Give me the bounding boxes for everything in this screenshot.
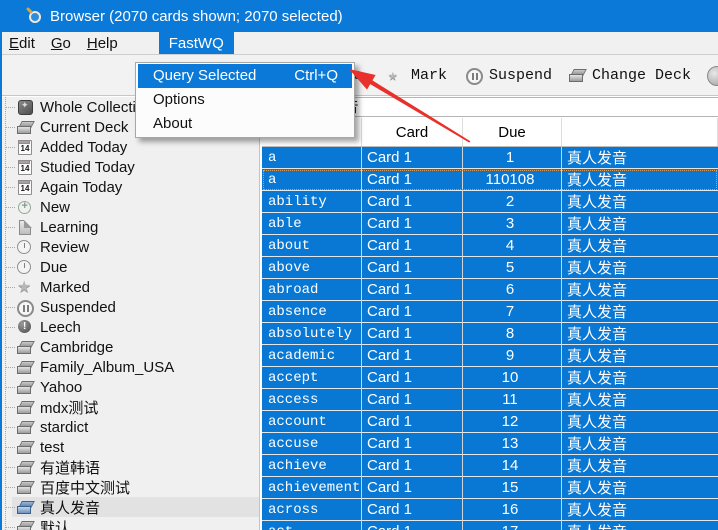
- table-row[interactable]: absence Card 1 7 真人发音: [262, 301, 718, 323]
- deck-icon: [17, 480, 33, 495]
- table-row[interactable]: achievement Card 1 15 真人发音: [262, 477, 718, 499]
- leech-icon: [17, 320, 33, 335]
- menu-bar: Edit Go Help FastWQ: [0, 32, 718, 55]
- title-bar: Browser (2070 cards shown; 2070 selected…: [0, 0, 718, 32]
- table-row[interactable]: across Card 1 16 真人发音: [262, 499, 718, 521]
- cal-icon: 14: [17, 160, 33, 175]
- partial-toolbar-icon[interactable]: [707, 66, 718, 86]
- column-header-due[interactable]: Due: [463, 118, 562, 146]
- deck-icon: [569, 68, 585, 83]
- magnifier-icon: [26, 8, 42, 24]
- menubar-item[interactable]: FastWQ: [159, 32, 234, 54]
- sidebar-item[interactable]: Suspended: [12, 297, 259, 317]
- sidebar-item[interactable]: 14 Studied Today: [12, 157, 259, 177]
- change-deck-button[interactable]: Change Deck: [569, 55, 691, 95]
- menubar-item[interactable]: Edit: [2, 32, 42, 54]
- menu-item[interactable]: About: [138, 112, 352, 136]
- table-row[interactable]: absolutely Card 1 8 真人发音: [262, 323, 718, 345]
- table-row[interactable]: accuse Card 1 13 真人发音: [262, 433, 718, 455]
- menubar-item[interactable]: Go: [44, 32, 78, 54]
- deck-icon: [17, 440, 33, 455]
- sidebar-item[interactable]: 14 Again Today: [12, 177, 259, 197]
- new-icon: [17, 200, 33, 215]
- table-row[interactable]: act Card 1 17 真人发音: [262, 521, 718, 530]
- sidebar-item[interactable]: New: [12, 197, 259, 217]
- sidebar-item[interactable]: Leech: [12, 317, 259, 337]
- sidebar-item[interactable]: Review: [12, 237, 259, 257]
- deck-icon: [17, 360, 33, 375]
- deck-icon: [17, 400, 33, 415]
- mark-button[interactable]: Mark: [388, 55, 447, 95]
- suspend-button[interactable]: Suspend: [466, 55, 552, 95]
- sidebar: Whole Collection Current Deck 14 Added T…: [0, 97, 260, 530]
- table-row[interactable]: above Card 1 5 真人发音: [262, 257, 718, 279]
- sidebar-item[interactable]: 真人发音: [12, 497, 259, 517]
- pause-icon: [17, 300, 33, 315]
- cal-icon: 14: [17, 140, 33, 155]
- sidebar-item[interactable]: stardict: [12, 417, 259, 437]
- sidebar-item[interactable]: 默认: [12, 517, 259, 530]
- table-row[interactable]: a Card 1 110108 真人发音: [262, 169, 718, 191]
- deck-icon: [17, 340, 33, 355]
- menu-item[interactable]: Query Selected Ctrl+Q: [138, 64, 352, 88]
- table-row[interactable]: abroad Card 1 6 真人发音: [262, 279, 718, 301]
- sidebar-item[interactable]: test: [12, 437, 259, 457]
- sidebar-item[interactable]: Family_Album_USA: [12, 357, 259, 377]
- table-row[interactable]: access Card 1 11 真人发音: [262, 389, 718, 411]
- sidebar-item[interactable]: 有道韩语: [12, 457, 259, 477]
- star-icon: [388, 68, 404, 83]
- clock-icon: [17, 260, 33, 275]
- column-header-card[interactable]: Card: [362, 118, 463, 146]
- table-row[interactable]: academic Card 1 9 真人发音: [262, 345, 718, 367]
- deck-icon: [17, 120, 33, 135]
- fastwq-menu: Query Selected Ctrl+Q Options About: [135, 62, 355, 138]
- clock-icon: [17, 240, 33, 255]
- sidebar-item[interactable]: Learning: [12, 217, 259, 237]
- card-table: Sort Field Card Due a Card 1 1 真人发音 a Ca…: [262, 118, 718, 530]
- sidebar-item[interactable]: mdx测试: [12, 397, 259, 417]
- table-row[interactable]: accept Card 1 10 真人发音: [262, 367, 718, 389]
- table-row[interactable]: account Card 1 12 真人发音: [262, 411, 718, 433]
- sidebar-item[interactable]: Yahoo: [12, 377, 259, 397]
- learn-icon: [17, 220, 33, 235]
- cal-icon: 14: [17, 180, 33, 195]
- deck-icon: [17, 460, 33, 475]
- deck-blue-icon: [17, 500, 33, 515]
- table-row[interactable]: about Card 1 4 真人发音: [262, 235, 718, 257]
- sidebar-item[interactable]: Due: [12, 257, 259, 277]
- table-row[interactable]: able Card 1 3 真人发音: [262, 213, 718, 235]
- star-icon: [17, 280, 33, 295]
- sidebar-item[interactable]: Marked: [12, 277, 259, 297]
- table-row[interactable]: ability Card 1 2 真人发音: [262, 191, 718, 213]
- table-row[interactable]: achieve Card 1 14 真人发音: [262, 455, 718, 477]
- deck-icon: [17, 520, 33, 530]
- toolbar: Info Mark Suspend Change Deck: [0, 55, 718, 96]
- sidebar-item[interactable]: Cambridge: [12, 337, 259, 357]
- menubar-item[interactable]: Help: [80, 32, 125, 54]
- pause-icon: [466, 68, 482, 83]
- window-left-border: [0, 32, 2, 530]
- menu-item[interactable]: Options: [138, 88, 352, 112]
- browser-window: Browser (2070 cards shown; 2070 selected…: [0, 0, 718, 530]
- sidebar-item[interactable]: 百度中文测试: [12, 477, 259, 497]
- window-title: Browser (2070 cards shown; 2070 selected…: [50, 8, 343, 25]
- column-header-deck[interactable]: [562, 118, 718, 146]
- deck-icon: [17, 380, 33, 395]
- table-row[interactable]: a Card 1 1 真人发音: [262, 147, 718, 169]
- sidebar-item[interactable]: 14 Added Today: [12, 137, 259, 157]
- collection-icon: [17, 100, 33, 115]
- deck-icon: [17, 420, 33, 435]
- table-rows: a Card 1 1 真人发音 a Card 1 110108 真人发音 abi…: [262, 147, 718, 530]
- shortcut-label: Ctrl+Q: [294, 64, 338, 88]
